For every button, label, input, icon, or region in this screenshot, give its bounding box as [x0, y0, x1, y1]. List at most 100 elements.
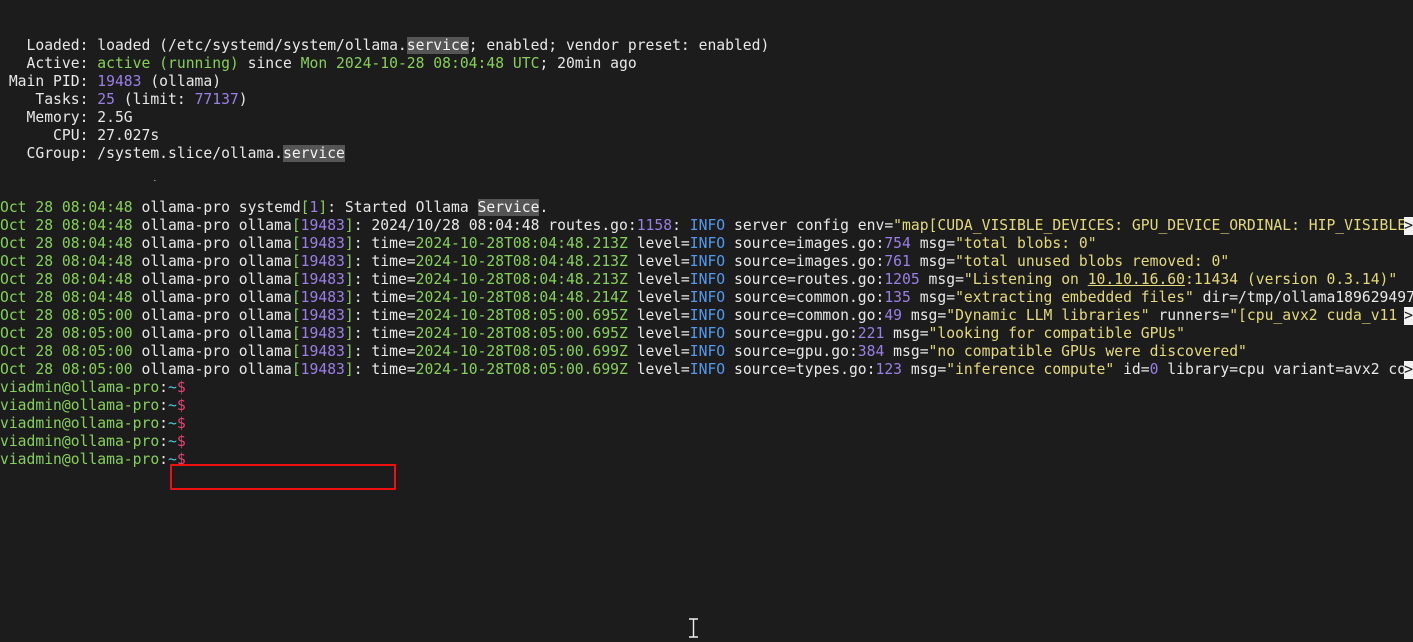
- text-segment: level=: [627, 307, 690, 324]
- text-segment: 27.027s: [88, 127, 160, 144]
- log-process-name: ollama: [238, 217, 292, 234]
- empty-prompt-row: viadmin@ollama-pro:~$: [0, 379, 1413, 397]
- terminal-window[interactable]: viadmin@ollama-pro:~$ sudo systemctl sta…: [0, 0, 1413, 642]
- text-segment: ]: [344, 253, 354, 270]
- text-segment: :: [353, 361, 372, 378]
- text-segment: [88, 55, 97, 72]
- text-segment: runners=: [1149, 307, 1230, 324]
- text-segment: time=: [371, 253, 416, 270]
- log-process-name: ollama: [238, 289, 292, 306]
- text-segment: :: [353, 307, 372, 324]
- text-segment: Started Ollama: [344, 199, 478, 216]
- text-segment: msg=: [884, 325, 929, 342]
- text-segment: source=types.go:: [725, 361, 876, 378]
- text-segment: :: [353, 325, 372, 342]
- text-segment: source=common.go:: [725, 307, 885, 324]
- prompt-path: ~: [168, 433, 177, 450]
- prompt-user-host: viadmin@ollama-pro: [0, 451, 160, 468]
- prompt-user-host: viadmin@ollama-pro: [0, 433, 160, 450]
- journal-log-list: Oct 28 08:04:48 ollama-pro systemd[1]: S…: [0, 199, 1413, 379]
- text-segment: [88, 91, 97, 108]
- text-segment: ]: [344, 289, 354, 306]
- text-segment: :: [353, 271, 372, 288]
- log-pid: 19483: [300, 235, 345, 252]
- prompt-path: ~: [168, 415, 177, 432]
- log-hostname: ollama-pro: [132, 307, 239, 324]
- log-hostname: ollama-pro: [132, 271, 239, 288]
- text-segment: INFO: [689, 289, 726, 306]
- text-segment: ): [238, 91, 248, 108]
- journal-log-row: Oct 28 08:04:48 ollama-pro ollama[19483]…: [0, 271, 1413, 289]
- text-segment: INFO: [689, 307, 726, 324]
- line-truncation-indicator: >: [1404, 361, 1413, 379]
- prompt-path: ~: [168, 397, 177, 414]
- text-segment: :: [353, 235, 372, 252]
- log-pid: 19483: [300, 343, 345, 360]
- prompt-colon: :: [159, 433, 169, 450]
- status-field-row: CGroup: /system.slice/ollama.service: [0, 145, 1413, 163]
- log-process-name: ollama: [238, 253, 292, 270]
- text-segment: level=: [627, 361, 690, 378]
- text-segment: library=cpu variant=avx2 compute="" driv…: [1167, 361, 1413, 378]
- status-field-label: CGroup:: [0, 145, 89, 162]
- text-segment: 135: [884, 289, 911, 306]
- text-segment: 2024/10/28 08:04:48: [371, 217, 549, 234]
- text-segment: 2024-10-28T08:04:48.214Z: [415, 289, 628, 306]
- journal-log-row: Oct 28 08:05:00 ollama-pro ollama[19483]…: [0, 343, 1413, 361]
- prompt-sigil: $: [176, 379, 186, 396]
- text-segment: ]: [344, 271, 354, 288]
- text-segment: service: [406, 37, 469, 54]
- status-field-row: Main PID: 19483 (ollama): [0, 73, 1413, 91]
- text-segment: "Listening on: [963, 271, 1088, 288]
- log-process-name: ollama: [238, 325, 292, 342]
- text-segment: Mon 2024-10-28 08:04:48 UTC: [300, 55, 540, 72]
- text-segment: :11434 (version 0.3.14)": [1185, 271, 1398, 288]
- command-line-ollama-run: viadmin@ollama-pro:~$ sudo ollama run ll…: [0, 469, 1413, 487]
- text-segment: source=gpu.go:: [725, 325, 858, 342]
- unit-header: ● ollama.service - Ollama Service: [0, 19, 1413, 37]
- text-segment: :: [353, 289, 372, 306]
- text-segment: dir=/tmp/ollama1896294972/runners: [1202, 289, 1413, 306]
- text-segment: ]: [344, 217, 354, 234]
- text-segment: 761: [884, 253, 911, 270]
- text-segment: /system.slice/ollama.: [88, 145, 283, 162]
- text-segment: level=: [627, 325, 690, 342]
- text-segment: level=: [627, 271, 690, 288]
- log-hostname: ollama-pro: [132, 217, 239, 234]
- text-segment: source=images.go:: [725, 253, 885, 270]
- text-segment: active (running): [97, 55, 239, 72]
- prompt-user-host: viadmin@ollama-pro: [0, 415, 160, 432]
- log-hostname: ollama-pro: [132, 199, 239, 216]
- mouse-ibeam-cursor: [689, 618, 698, 638]
- text-segment: msg=: [902, 307, 947, 324]
- terminal-screen: viadmin@ollama-pro:~$ sudo systemctl sta…: [0, 0, 1413, 523]
- status-field-row: Loaded: loaded (/etc/systemd/system/olla…: [0, 37, 1413, 55]
- status-field-row: CPU: 27.027s: [0, 127, 1413, 145]
- text-segment: INFO: [689, 235, 726, 252]
- text-segment: 2024-10-28T08:05:00.695Z: [415, 307, 628, 324]
- text-segment: time=: [371, 325, 416, 342]
- text-segment: "inference compute": [946, 361, 1115, 378]
- log-process-name: ollama: [238, 271, 292, 288]
- text-segment: (ollama): [141, 73, 222, 90]
- text-segment: .: [539, 199, 549, 216]
- log-timestamp: Oct 28 08:04:48: [0, 199, 133, 216]
- text-segment: 2024-10-28T08:04:48.213Z: [415, 271, 628, 288]
- empty-prompt-row: viadmin@ollama-pro:~$: [0, 415, 1413, 433]
- text-segment: level=: [627, 253, 690, 270]
- text-segment: 19483: [97, 73, 142, 90]
- text-segment: 25: [97, 91, 115, 108]
- log-hostname: ollama-pro: [132, 361, 239, 378]
- text-segment: source=routes.go:: [725, 271, 885, 288]
- text-segment: time=: [371, 343, 416, 360]
- text-segment: 384: [857, 343, 885, 360]
- text-segment: "looking for compatible GPUs": [928, 325, 1185, 342]
- download-progress-row: pulling dde5aa3fc5ff... 95% | 1.9 GB/2.0…: [0, 505, 1413, 523]
- text-segment: "Dynamic LLM libraries": [946, 307, 1150, 324]
- journal-log-row: Oct 28 08:04:48 ollama-pro ollama[19483]…: [0, 289, 1413, 307]
- log-process-name: ollama: [238, 307, 292, 324]
- text-segment: 2024-10-28T08:05:00.699Z: [415, 361, 628, 378]
- text-segment: 123: [875, 361, 903, 378]
- prompt-colon: :: [159, 397, 169, 414]
- text-segment: time=: [371, 289, 416, 306]
